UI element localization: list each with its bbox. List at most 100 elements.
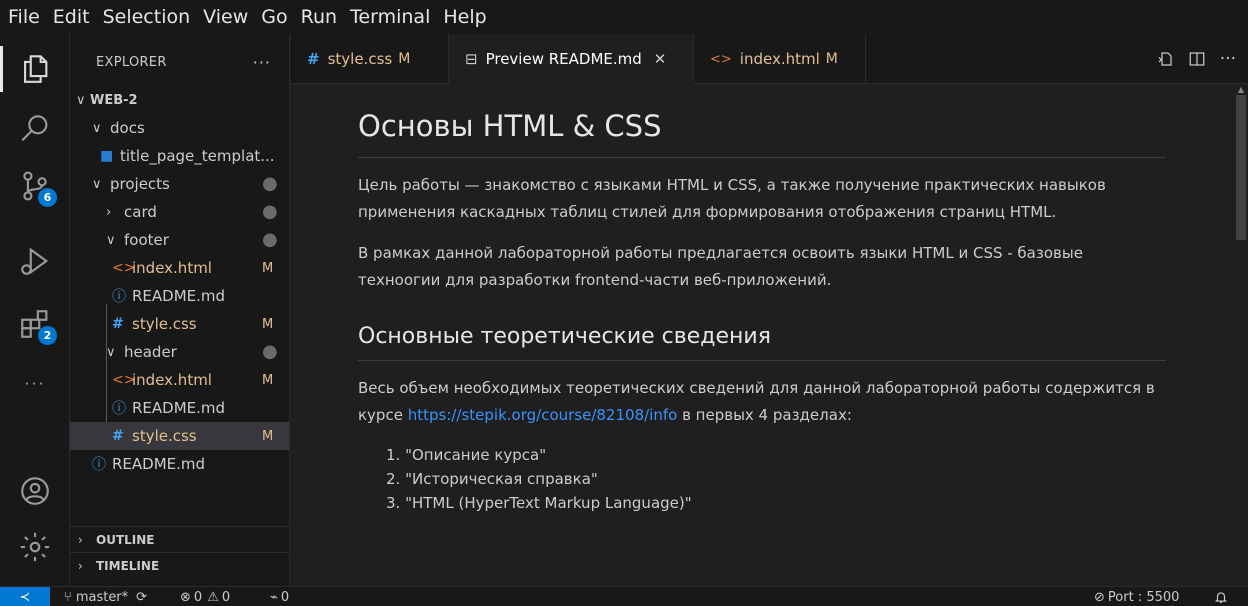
markdown-preview: Основы HTML & CSS Цель работы — знакомст… xyxy=(291,85,1248,586)
tree-folder-footer[interactable]: ∨ footer ● xyxy=(70,226,289,254)
tree-item-label: title_page_templat... xyxy=(120,147,275,165)
html-file-icon: <> xyxy=(112,372,136,388)
outline-section[interactable]: › OUTLINE xyxy=(70,526,289,552)
tree-file-header-index[interactable]: <> index.html M xyxy=(70,366,289,394)
tree-item-label: card xyxy=(124,203,157,221)
more-views-button[interactable]: ··· xyxy=(0,356,70,410)
search-button[interactable] xyxy=(0,102,70,156)
modified-dot: ● xyxy=(262,341,278,362)
preview-heading-1: Основы HTML & CSS xyxy=(358,85,1166,158)
menu-go[interactable]: Go xyxy=(255,0,294,34)
account-icon xyxy=(21,477,49,505)
tree-folder-web2[interactable]: ∨ WEB-2 xyxy=(70,86,289,114)
tab-style-css[interactable]: # style.css M xyxy=(291,34,449,84)
list-item: 1. "Описание курса" xyxy=(386,446,547,464)
scrollbar-thumb[interactable] xyxy=(1236,95,1246,240)
tree-folder-projects[interactable]: ∨ projects ● xyxy=(70,170,289,198)
menu-run[interactable]: Run xyxy=(295,0,344,34)
tree-item-label: README.md xyxy=(112,455,206,473)
error-icon: ⊗ xyxy=(180,589,191,605)
warning-icon: ⚠ xyxy=(207,589,219,605)
preview-ordered-list: 1. "Описание курса" 2. "Историческая спр… xyxy=(358,443,1166,515)
list-item: 3. "HTML (HyperText Markup Language)" xyxy=(386,494,692,512)
explorer-sidebar: EXPLORER ··· ∨ WEB-2 ∨ docs ■ title_page… xyxy=(70,34,290,586)
tab-index-html[interactable]: <> index.html M xyxy=(694,34,866,84)
chevron-down-icon: ∨ xyxy=(106,344,116,360)
source-control-button[interactable]: 6 xyxy=(0,159,70,213)
modified-dot: ● xyxy=(262,173,278,194)
broadcast-icon: ⌁ xyxy=(270,589,278,605)
tree-item-label: footer xyxy=(124,231,169,249)
tree-file-footer-index[interactable]: <> index.html M xyxy=(70,254,289,282)
tree-item-label: WEB-2 xyxy=(90,92,138,108)
manage-button[interactable] xyxy=(0,520,70,574)
css-file-icon: # xyxy=(112,428,124,444)
tree-file-footer-style[interactable]: # style.css M xyxy=(70,310,289,338)
timeline-label: TIMELINE xyxy=(96,558,160,573)
chevron-right-icon: › xyxy=(78,532,83,547)
tree-item-label: index.html xyxy=(132,259,212,277)
modified-badge: M xyxy=(262,428,274,444)
explorer-header: EXPLORER ··· xyxy=(70,34,289,90)
tree-folder-header[interactable]: ∨ header ● xyxy=(70,338,289,366)
preview-content: Основы HTML & CSS Цель работы — знакомст… xyxy=(358,85,1166,515)
search-icon xyxy=(21,115,48,142)
problems-indicator[interactable]: ⊗ 0 ⚠ 0 xyxy=(180,587,230,606)
chevron-down-icon: ∨ xyxy=(76,92,86,108)
tree-file-title-page[interactable]: ■ title_page_templat... xyxy=(70,142,289,170)
menu-bar: File Edit Selection View Go Run Terminal… xyxy=(0,0,1248,34)
notifications-button[interactable] xyxy=(1214,587,1228,606)
tree-file-header-style[interactable]: # style.css M xyxy=(70,422,289,450)
tab-preview-readme[interactable]: ⊟ Preview README.md ✕ xyxy=(449,34,694,84)
tree-file-header-readme[interactable]: ⓘ README.md xyxy=(70,394,289,422)
tree-folder-card[interactable]: › card ● xyxy=(70,198,289,226)
tree-item-label: style.css xyxy=(132,315,197,333)
vertical-scrollbar[interactable]: ▲ xyxy=(1234,85,1248,586)
scroll-up-icon[interactable]: ▲ xyxy=(1236,85,1246,95)
word-file-icon: ■ xyxy=(100,148,114,164)
more-actions-button[interactable]: ··· xyxy=(1220,49,1236,69)
tree-item-label: docs xyxy=(110,119,145,137)
extensions-badge: 2 xyxy=(38,326,57,345)
tree-folder-docs[interactable]: ∨ docs xyxy=(70,114,289,142)
preview-paragraph-2: В рамках данной лабораторной работы пред… xyxy=(358,244,1083,289)
error-count: 0 xyxy=(193,589,203,605)
explorer-more-button[interactable]: ··· xyxy=(253,53,271,72)
paragraph-text: в первых 4 разделах: xyxy=(677,406,852,424)
list-item: 2. "Историческая справка" xyxy=(386,470,598,488)
editor-actions: ··· xyxy=(1156,34,1248,84)
sync-icon[interactable]: ⟳ xyxy=(136,590,147,605)
accounts-button[interactable] xyxy=(0,464,70,518)
port-icon: ⊘ xyxy=(1094,589,1105,605)
stepik-link[interactable]: https://stepik.org/course/82108/info xyxy=(408,406,678,424)
explorer-button[interactable] xyxy=(0,42,70,96)
bell-icon xyxy=(1214,592,1228,603)
menu-view[interactable]: View xyxy=(197,0,255,34)
html-file-icon: <> xyxy=(710,51,732,67)
open-source-icon[interactable] xyxy=(1156,50,1174,68)
branch-indicator[interactable]: ⑂ master* ⟳ xyxy=(64,587,147,606)
branch-icon: ⑂ xyxy=(64,589,72,605)
status-bar: ≺ ⑂ master* ⟳ ⊗ 0 ⚠ 0 ⌁ 0 ⊘ Port : 5500 xyxy=(0,586,1248,606)
menu-terminal[interactable]: Terminal xyxy=(344,0,437,34)
close-icon[interactable]: ✕ xyxy=(654,50,667,68)
timeline-section[interactable]: › TIMELINE xyxy=(70,552,289,578)
ports-indicator[interactable]: ⌁ 0 xyxy=(270,587,289,606)
extensions-button[interactable]: 2 xyxy=(0,297,70,351)
warning-count: 0 xyxy=(221,589,231,605)
run-debug-button[interactable] xyxy=(0,234,70,288)
run-debug-icon xyxy=(21,247,49,275)
menu-help[interactable]: Help xyxy=(437,0,493,34)
menu-file[interactable]: File xyxy=(2,0,47,34)
menu-edit[interactable]: Edit xyxy=(47,0,97,34)
live-server-port[interactable]: ⊘ Port : 5500 xyxy=(1094,587,1179,606)
tree-file-footer-readme[interactable]: ⓘ README.md xyxy=(70,282,289,310)
chevron-right-icon: › xyxy=(106,204,112,220)
menu-selection[interactable]: Selection xyxy=(97,0,198,34)
info-file-icon: ⓘ xyxy=(112,289,126,305)
tree-file-root-readme[interactable]: ⓘ README.md xyxy=(70,450,289,478)
remote-button[interactable]: ≺ xyxy=(0,587,50,606)
info-file-icon: ⓘ xyxy=(112,401,126,417)
split-editor-icon[interactable] xyxy=(1188,50,1206,68)
preview-paragraph-1: Цель работы — знакомство с языками HTML … xyxy=(358,176,1106,221)
